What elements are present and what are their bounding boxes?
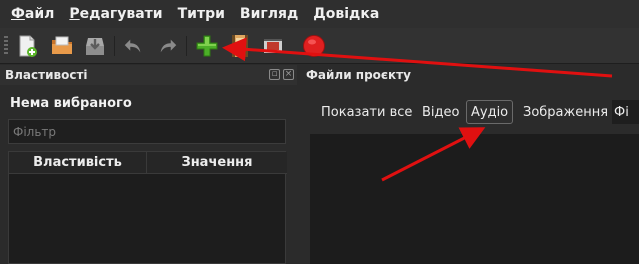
- selection-label: Нема вибраного: [10, 96, 132, 111]
- open-project-button[interactable]: [49, 33, 75, 59]
- new-file-button[interactable]: [14, 33, 40, 59]
- properties-title: Властивості: [5, 68, 88, 82]
- toolbar-grip[interactable]: [4, 36, 8, 56]
- tab-show-all[interactable]: Показати все: [317, 100, 416, 124]
- media-filter-tabs: Показати все Відео Аудіо Зображення Фі: [298, 100, 639, 124]
- tab-filters-partial[interactable]: Фі: [612, 100, 639, 124]
- project-files-dock: Файли проєкту Показати все Відео Аудіо З…: [298, 65, 639, 264]
- properties-table[interactable]: Властивість Значення: [8, 151, 287, 264]
- export-video-icon: [264, 39, 282, 53]
- menu-titles[interactable]: Титри: [178, 6, 225, 22]
- toolbar-separator: [186, 36, 187, 56]
- column-header-value[interactable]: Значення: [147, 152, 287, 174]
- properties-filter-input[interactable]: [8, 119, 286, 144]
- film-strip-icon: [232, 35, 248, 57]
- record-button[interactable]: [301, 33, 327, 59]
- project-files-title: Файли проєкту: [306, 68, 411, 82]
- undo-button[interactable]: [120, 33, 146, 59]
- open-folder-icon: [52, 36, 72, 54]
- save-button[interactable]: [82, 33, 108, 59]
- menu-file[interactable]: Файл: [11, 6, 54, 22]
- redo-icon: [160, 39, 177, 53]
- properties-dock: Властивості ▫ × Нема вибраного Властивіс…: [0, 65, 297, 264]
- menu-view[interactable]: Вигляд: [240, 6, 298, 22]
- menu-edit[interactable]: Редагувати: [69, 6, 162, 22]
- undo-icon: [124, 39, 141, 53]
- save-icon: [86, 38, 104, 55]
- tab-video[interactable]: Відео: [418, 100, 463, 124]
- redo-button[interactable]: [155, 33, 181, 59]
- export-video-button[interactable]: [260, 33, 286, 59]
- project-files-list[interactable]: [310, 134, 639, 264]
- record-icon: [303, 35, 325, 57]
- properties-titlebar: Властивості ▫ ×: [0, 65, 297, 85]
- toolbar-separator: [114, 36, 115, 56]
- new-file-icon: [19, 35, 37, 57]
- close-dock-icon[interactable]: ×: [283, 69, 294, 80]
- import-files-button[interactable]: [194, 33, 220, 59]
- float-dock-icon[interactable]: ▫: [269, 69, 280, 80]
- import-files-icon: [196, 35, 218, 57]
- menu-help[interactable]: Довідка: [313, 6, 379, 22]
- main-toolbar: [0, 28, 639, 64]
- menubar: Файл Редагувати Титри Вигляд Довідка: [0, 0, 639, 28]
- column-header-property[interactable]: Властивість: [9, 152, 147, 174]
- tab-images[interactable]: Зображення: [519, 100, 612, 124]
- tab-audio[interactable]: Аудіо: [466, 100, 514, 124]
- film-strip-button[interactable]: [227, 33, 253, 59]
